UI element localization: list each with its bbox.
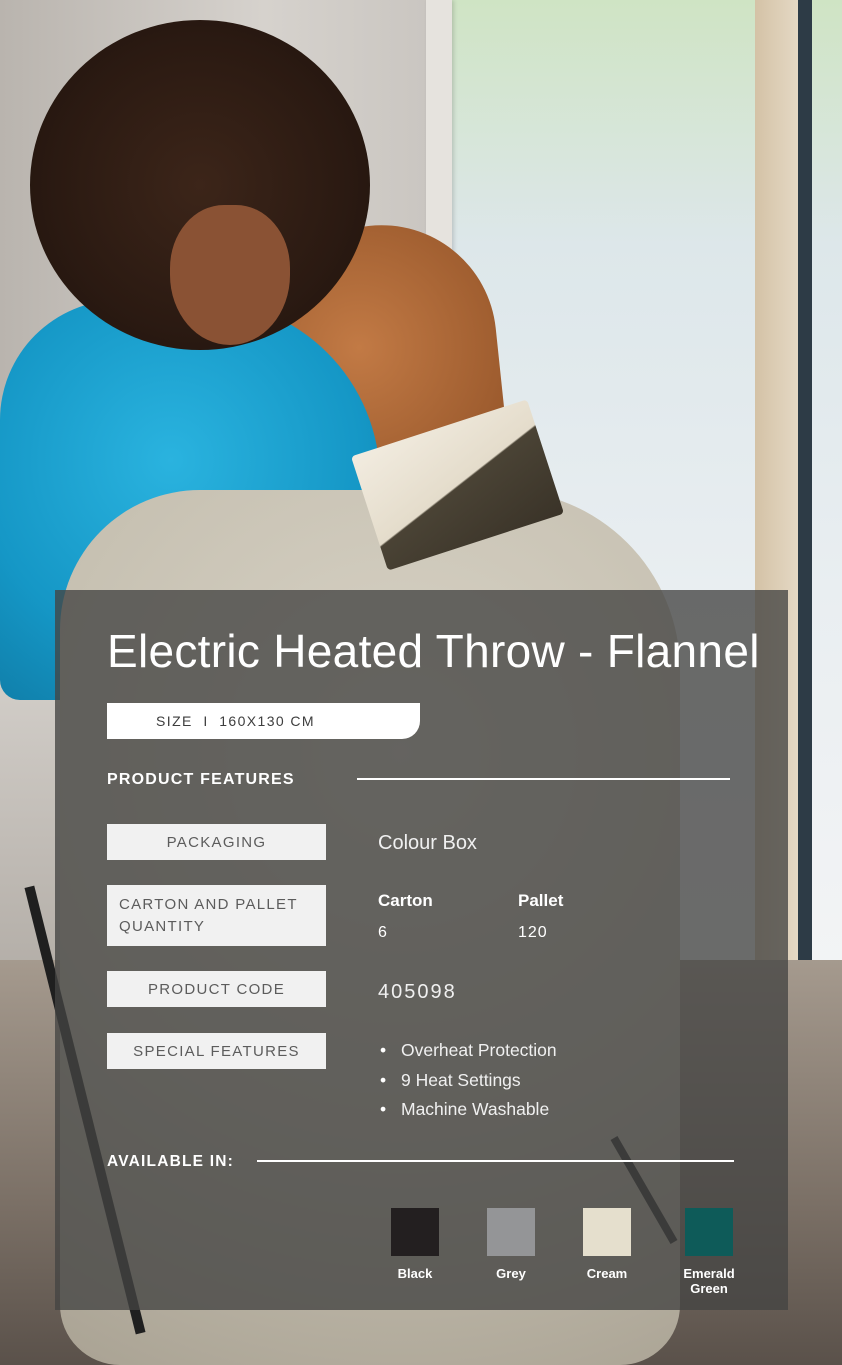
colour-option-black: Black bbox=[375, 1208, 455, 1281]
colour-name: Grey bbox=[496, 1266, 526, 1281]
list-item: 9 Heat Settings bbox=[378, 1070, 557, 1100]
available-divider bbox=[257, 1160, 734, 1162]
colour-option-grey: Grey bbox=[471, 1208, 551, 1281]
colour-swatch bbox=[583, 1208, 631, 1256]
carton-value: 6 bbox=[378, 924, 388, 941]
colour-name: Black bbox=[397, 1266, 433, 1281]
photo-face bbox=[170, 205, 290, 345]
quantity-label: CARTON AND PALLET QUANTITY bbox=[107, 885, 326, 946]
colour-option-cream: Cream bbox=[567, 1208, 647, 1281]
carton-heading: Carton bbox=[378, 891, 433, 910]
size-text: SIZE I 160X130 CM bbox=[156, 713, 315, 729]
pallet-heading: Pallet bbox=[518, 891, 564, 910]
list-item: Overheat Protection bbox=[378, 1040, 557, 1070]
product-info-panel: Electric Heated Throw - Flannel SIZE I 1… bbox=[55, 590, 788, 1310]
colour-swatch bbox=[685, 1208, 733, 1256]
packaging-value: Colour Box bbox=[378, 832, 477, 854]
product-title: Electric Heated Throw - Flannel bbox=[107, 625, 760, 677]
colour-option-emerald-green: Emerald Green bbox=[669, 1208, 749, 1296]
special-features-label: SPECIAL FEATURES bbox=[107, 1033, 326, 1069]
special-features-list: Overheat Protection 9 Heat Settings Mach… bbox=[378, 1040, 557, 1129]
colour-name: Cream bbox=[586, 1266, 628, 1281]
features-divider bbox=[357, 778, 730, 780]
size-tag: SIZE I 160X130 CM bbox=[107, 703, 420, 739]
colour-swatch bbox=[391, 1208, 439, 1256]
photo-door-edge bbox=[798, 0, 812, 980]
colour-name: Emerald Green bbox=[683, 1266, 735, 1296]
packaging-label: PACKAGING bbox=[107, 824, 326, 860]
available-in-heading: AVAILABLE IN: bbox=[107, 1153, 234, 1170]
product-features-heading: PRODUCT FEATURES bbox=[107, 771, 295, 788]
product-code-value: 405098 bbox=[378, 981, 457, 1003]
product-code-label: PRODUCT CODE bbox=[107, 971, 326, 1007]
colour-swatch bbox=[487, 1208, 535, 1256]
pallet-value: 120 bbox=[518, 924, 548, 941]
list-item: Machine Washable bbox=[378, 1099, 557, 1129]
